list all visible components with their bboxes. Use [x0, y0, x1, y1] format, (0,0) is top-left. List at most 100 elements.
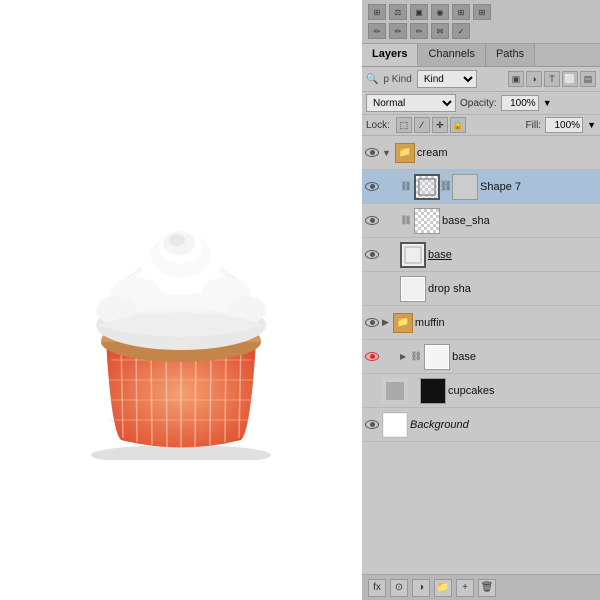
- blend-row: Normal Opacity: ▼: [362, 92, 600, 115]
- link-icon-base-layer: ⛓: [410, 351, 422, 363]
- thumb-cupcakes-1: [382, 378, 408, 404]
- filter-select[interactable]: Kind: [417, 70, 477, 88]
- eye-base-sha[interactable]: [364, 213, 380, 229]
- layer-item-background[interactable]: Background: [362, 408, 600, 442]
- tool-icon-8[interactable]: ✏: [389, 23, 407, 39]
- lock-icons: ⬚ ∕ ✛ 🔒: [396, 117, 466, 133]
- group-button[interactable]: 📁: [434, 579, 452, 597]
- lock-checkerboard[interactable]: ⬚: [396, 117, 412, 133]
- layer-name-background: Background: [410, 419, 598, 431]
- eye-shape7[interactable]: [364, 179, 380, 195]
- thumb-base-sha: [414, 208, 440, 234]
- lock-all[interactable]: 🔒: [450, 117, 466, 133]
- lock-move[interactable]: ✛: [432, 117, 448, 133]
- tool-icon-2[interactable]: ⚖: [389, 4, 407, 20]
- layer-item-muffin-group[interactable]: ▶ 📁 muffin: [362, 306, 600, 340]
- layer-item-base[interactable]: base: [362, 238, 600, 272]
- layer-name-cupcakes: cupcakes: [448, 385, 598, 397]
- filter-icon-pixel[interactable]: ▣: [508, 71, 524, 87]
- eye-drop-sha[interactable]: [364, 281, 380, 297]
- canvas-area: [0, 0, 362, 600]
- layer-item-drop-sha[interactable]: drop sha: [362, 272, 600, 306]
- adjustment-button[interactable]: ◑: [412, 579, 430, 597]
- group-arrow-cream[interactable]: ▼: [382, 148, 391, 158]
- thumb-drop-sha: [400, 276, 426, 302]
- tool-icon-3[interactable]: ▣: [410, 4, 428, 20]
- layer-name-base-sha: base_sha: [442, 215, 598, 227]
- folder-icon-muffin: 📁: [393, 313, 413, 333]
- tool-icon-4[interactable]: ◉: [431, 4, 449, 20]
- layer-name-muffin-group: muffin: [415, 317, 598, 329]
- chain-cupcakes: [410, 378, 418, 404]
- layer-item-shape7[interactable]: ⛓ ⛓ Shape 7: [362, 170, 600, 204]
- toolbar-row-2: ✏ ✏ ✏ ✉ ✓: [368, 23, 594, 39]
- filter-icon-adjust[interactable]: ◑: [526, 71, 542, 87]
- lock-brush[interactable]: ∕: [414, 117, 430, 133]
- filter-icon-smart[interactable]: ▤: [580, 71, 596, 87]
- layers-panel: ⊞ ⚖ ▣ ◉ ⊞ ⊞ ✏ ✏ ✏ ✉ ✓ Layers Channels Pa…: [362, 0, 600, 600]
- layer-name-base: base: [428, 249, 598, 261]
- chain-shape7: ⛓: [442, 174, 450, 200]
- top-toolbar: ⊞ ⚖ ▣ ◉ ⊞ ⊞ ✏ ✏ ✏ ✉ ✓: [362, 0, 600, 44]
- tool-icon-9[interactable]: ✏: [410, 23, 428, 39]
- lock-label: Lock:: [366, 120, 390, 131]
- group-arrow-muffin[interactable]: ▶: [382, 317, 389, 328]
- link-icon-base-sha: ⛓: [400, 215, 412, 227]
- new-layer-button[interactable]: +: [456, 579, 474, 597]
- tool-icon-6[interactable]: ⊞: [473, 4, 491, 20]
- fx-button[interactable]: fx: [368, 579, 386, 597]
- thumb-base: [400, 242, 426, 268]
- opacity-label: Opacity:: [460, 98, 497, 109]
- bottom-toolbar: fx ⊙ ◑ 📁 + 🗑: [362, 574, 600, 600]
- layer-name-shape7: Shape 7: [480, 181, 598, 193]
- cupcake-image: [41, 140, 321, 460]
- delete-layer-button[interactable]: 🗑: [478, 579, 496, 597]
- folder-icon-cream: 📁: [395, 143, 415, 163]
- group-arrow-base-layer[interactable]: ▶: [400, 352, 406, 361]
- fill-input[interactable]: [545, 117, 583, 133]
- tab-paths[interactable]: Paths: [486, 44, 535, 66]
- tab-channels[interactable]: Channels: [418, 44, 485, 66]
- layer-name-cream-group: cream: [417, 147, 598, 159]
- layers-list: ▼ 📁 cream ⛓ ⛓ Shape 7 ⛓ base_sha: [362, 136, 600, 574]
- layer-item-cupcakes[interactable]: cupcakes: [362, 374, 600, 408]
- layer-name-drop-sha: drop sha: [428, 283, 598, 295]
- filter-row: 🔍 p Kind Kind ▣ ◑ T ⬜ ▤: [362, 67, 600, 92]
- thumb-background: [382, 412, 408, 438]
- tab-layers[interactable]: Layers: [362, 44, 418, 66]
- eye-cupcakes[interactable]: [364, 383, 380, 399]
- panel-tabs: Layers Channels Paths: [362, 44, 600, 67]
- eye-base-layer[interactable]: [364, 349, 380, 365]
- thumb-shape7-layer: [414, 174, 440, 200]
- layer-item-base-sha[interactable]: ⛓ base_sha: [362, 204, 600, 238]
- filter-icon-shape[interactable]: ⬜: [562, 71, 578, 87]
- blend-mode-select[interactable]: Normal: [366, 94, 456, 112]
- layer-item-cream-group[interactable]: ▼ 📁 cream: [362, 136, 600, 170]
- filter-kind-label: p Kind: [383, 74, 411, 85]
- fill-label: Fill:: [526, 120, 542, 131]
- layer-name-base-layer: base: [452, 351, 598, 363]
- thumb-base-layer: [424, 344, 450, 370]
- thumb-shape7-mask: [452, 174, 478, 200]
- opacity-arrow[interactable]: ▼: [543, 98, 552, 108]
- thumb-cupcakes-2: [420, 378, 446, 404]
- opacity-input[interactable]: [501, 95, 539, 111]
- add-mask-button[interactable]: ⊙: [390, 579, 408, 597]
- link-icon-shape7: ⛓: [400, 181, 412, 193]
- eye-base[interactable]: [364, 247, 380, 263]
- eye-background[interactable]: [364, 417, 380, 433]
- filter-icons: ▣ ◑ T ⬜ ▤: [508, 71, 596, 87]
- fill-arrow[interactable]: ▼: [587, 120, 596, 130]
- lock-row: Lock: ⬚ ∕ ✛ 🔒 Fill: ▼: [362, 115, 600, 136]
- tool-icon-7[interactable]: ✏: [368, 23, 386, 39]
- filter-icon-type[interactable]: T: [544, 71, 560, 87]
- eye-cream-group[interactable]: [364, 145, 380, 161]
- tool-icon-1[interactable]: ⊞: [368, 4, 386, 20]
- eye-muffin-group[interactable]: [364, 315, 380, 331]
- tool-icon-5[interactable]: ⊞: [452, 4, 470, 20]
- filter-search-icon: 🔍: [366, 74, 378, 85]
- toolbar-row-1: ⊞ ⚖ ▣ ◉ ⊞ ⊞: [368, 4, 594, 20]
- layer-item-base-layer[interactable]: ▶ ⛓ base: [362, 340, 600, 374]
- tool-icon-11[interactable]: ✓: [452, 23, 470, 39]
- tool-icon-10[interactable]: ✉: [431, 23, 449, 39]
